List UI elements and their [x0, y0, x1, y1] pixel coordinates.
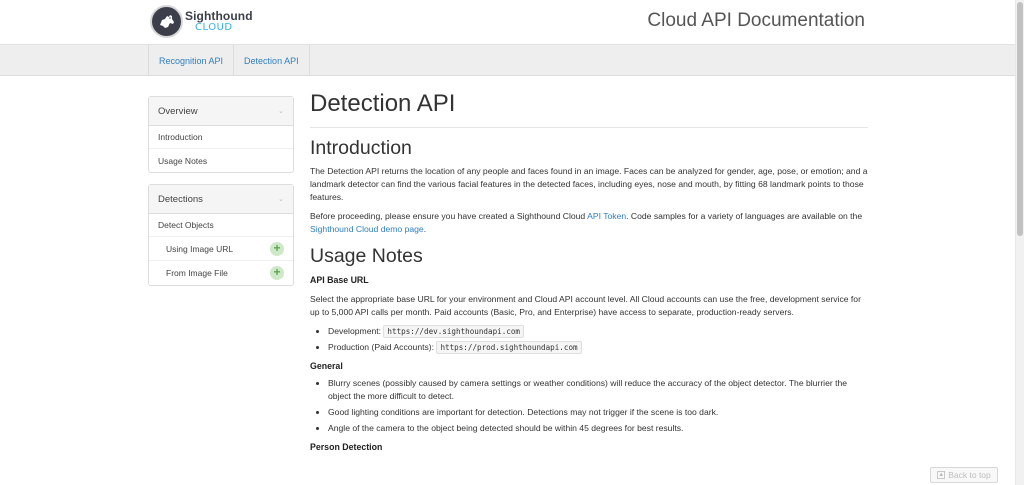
section-heading-introduction: Introduction — [310, 137, 412, 159]
tab-detection-api[interactable]: Detection API — [234, 45, 310, 76]
sidebar-item-label: From Image File — [166, 268, 228, 278]
intro-token-paragraph: Before proceeding, please ensure you hav… — [310, 210, 868, 236]
arrow-up-icon: ▲ — [937, 471, 946, 479]
list-item: Blurry scenes (possibly caused by camera… — [328, 377, 868, 403]
list-item: Angle of the camera to the object being … — [328, 422, 868, 435]
expand-plus-icon[interactable]: + — [270, 266, 284, 280]
sidebar-overview-panel: Overview ⌄ Introduction Usage Notes — [148, 96, 294, 173]
site-header: Sighthound CLOUD Cloud API Documentation — [0, 0, 1015, 44]
sidebar-overview-header[interactable]: Overview ⌄ — [149, 97, 293, 126]
scrollbar-thumb[interactable] — [1017, 2, 1023, 236]
sidebar-item-detect-objects[interactable]: Detect Objects — [149, 214, 293, 237]
prod-url-code: https://prod.sighthoundapi.com — [436, 341, 582, 355]
top-nav: Recognition API Detection API — [0, 44, 1015, 76]
intro-paragraph: The Detection API returns the location o… — [310, 166, 868, 203]
list-item: Production (Paid Accounts): https://prod… — [328, 341, 868, 355]
url-label: Development: — [328, 326, 382, 337]
page-scrollbar[interactable] — [1015, 0, 1024, 485]
back-to-top-label: Back to top — [948, 470, 991, 480]
sidebar-detections-header[interactable]: Detections ⌄ — [149, 185, 293, 214]
subheading-api-base-url: API Base URL — [310, 275, 369, 286]
sidebar-detections-panel: Detections ⌄ Detect Objects Using Image … — [148, 184, 294, 286]
page-title: Detection API — [310, 90, 868, 128]
base-url-list: Development: https://dev.sighthoundapi.c… — [310, 325, 868, 355]
sidebar-overview-heading: Overview — [158, 105, 198, 117]
sidebar-detections-heading: Detections — [158, 193, 203, 205]
subheading-person-detection: Person Detection — [310, 442, 383, 453]
sidebar-item-using-image-url[interactable]: Using Image URL + — [149, 237, 293, 261]
subheading-general: General — [310, 361, 343, 372]
sighthound-logo[interactable]: Sighthound CLOUD — [150, 5, 260, 39]
paragraph-text: . Code samples for a variety of language… — [626, 210, 863, 221]
url-label: Production (Paid Accounts): — [328, 342, 435, 353]
back-to-top-button[interactable]: ▲ Back to top — [930, 467, 998, 483]
sidebar-item-from-image-file[interactable]: From Image File + — [149, 261, 293, 285]
logo-subtitle: CLOUD — [195, 22, 233, 33]
paragraph-text: Before proceeding, please ensure you hav… — [310, 210, 588, 221]
general-notes-list: Blurry scenes (possibly caused by camera… — [310, 377, 868, 435]
logo-wordmark: Sighthound — [185, 9, 253, 23]
sidebar-item-usage-notes[interactable]: Usage Notes — [149, 149, 293, 172]
main-content: Detection API Introduction The Detection… — [310, 90, 868, 452]
chevron-down-icon: ⌄ — [278, 108, 284, 115]
expand-plus-icon[interactable]: + — [270, 241, 284, 256]
dog-logo-icon — [150, 5, 183, 38]
list-item: Development: https://dev.sighthoundapi.c… — [328, 325, 868, 339]
list-item: Good lighting conditions are important f… — [328, 406, 868, 419]
api-base-paragraph: Select the appropriate base URL for your… — [310, 294, 861, 318]
tab-recognition-api[interactable]: Recognition API — [149, 45, 235, 76]
demo-page-link[interactable]: Sighthound Cloud demo page — [310, 224, 424, 234]
sidebar-item-label: Using Image URL — [166, 243, 234, 254]
paragraph-text: . — [423, 223, 427, 234]
dev-url-code: https://dev.sighthoundapi.com — [383, 325, 525, 339]
sidebar-item-introduction[interactable]: Introduction — [149, 126, 293, 149]
chevron-down-icon: ⌄ — [278, 196, 284, 203]
section-heading-usage-notes: Usage Notes — [310, 245, 423, 268]
api-token-link[interactable]: API Token — [587, 211, 626, 221]
site-title: Cloud API Documentation — [647, 10, 865, 31]
